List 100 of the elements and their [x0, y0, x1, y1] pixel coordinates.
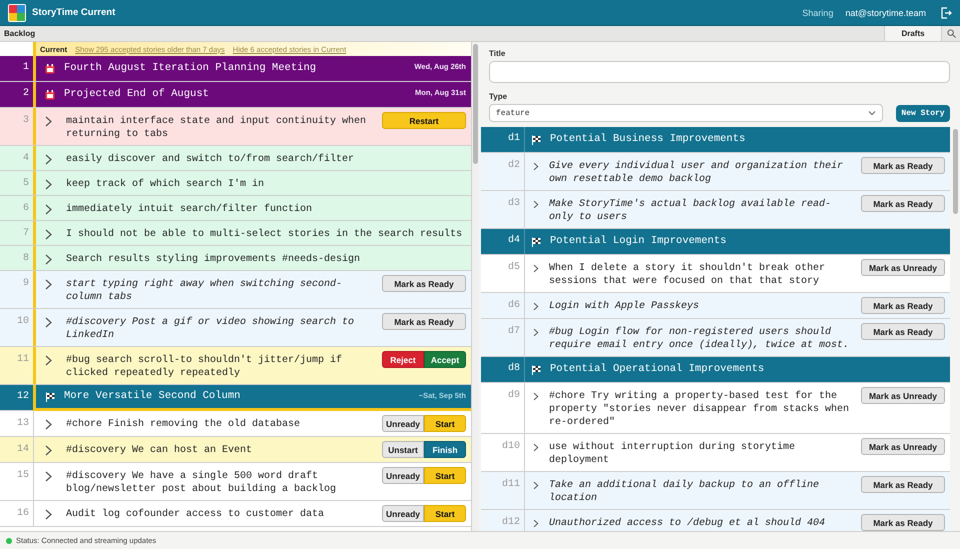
row-number: 10	[16, 315, 30, 329]
row-number: 6	[22, 202, 30, 216]
user-link[interactable]: nat@storytime.team	[845, 8, 926, 18]
story-row[interactable]: d9 #chore Try writing a property-based test for the property "stories never disappear from stacks when re-ordered" Mark as Unready	[481, 383, 950, 434]
event-title: Projected End of August	[64, 88, 210, 101]
story-title: #discovery We have a single 500 word draft blog/newsletter post about building a backlog	[66, 470, 338, 496]
story-title: #discovery We can host an Event	[66, 444, 254, 457]
story-title: easily discover and switch to/from search/filter	[66, 152, 356, 166]
logout-icon[interactable]	[940, 6, 952, 18]
story-row[interactable]: 6 immediately intuit search/filter function	[0, 196, 471, 221]
story-row[interactable]: 15 #discovery We have a single 500 word draft blog/newsletter post about building a backlog Unready Start	[0, 463, 471, 501]
state-button[interactable]: Mark as Ready	[382, 275, 466, 292]
scrollbar[interactable]	[472, 42, 479, 531]
story-row[interactable]: d12 Unauthorized access to /debug et al should 404 Mark as Ready	[481, 510, 950, 531]
app-name: StoryTime Current	[32, 7, 116, 18]
story-title: #bug Login flow for non-registered users should require email entry once (ideally), twice at most.	[549, 326, 850, 352]
story-row[interactable]: d11 Take an additional daily backup to an offline location Mark as Ready	[481, 472, 950, 510]
row-number: d8	[506, 362, 521, 376]
action-button[interactable]: Accept	[424, 351, 466, 368]
row-number: 9	[22, 277, 30, 291]
story-row[interactable]: 9 start typing right away when switching second-column tabs Mark as Ready	[0, 271, 471, 309]
milestone-row[interactable]: d8 Potential Operational Improvements	[481, 357, 950, 383]
state-button[interactable]: Mark as Ready	[861, 476, 945, 493]
header-link[interactable]: Sharing	[802, 8, 834, 18]
story-title: Audit log cofounder access to customer data	[66, 508, 326, 521]
story-title: immediately intuit search/filter function	[66, 202, 314, 216]
checkered-flag-icon	[531, 364, 541, 374]
story-title: keep track of which search I'm in	[66, 178, 266, 191]
milestone-row[interactable]: d1 Potential Business Improvements	[481, 127, 950, 153]
row-number: d2	[506, 158, 521, 173]
state-button[interactable]: Mark as Ready	[382, 313, 466, 330]
row-number: d1	[506, 132, 521, 146]
row-number: d5	[506, 260, 521, 275]
state-button[interactable]: Mark as Ready	[861, 297, 945, 314]
state-button[interactable]: Unready	[382, 505, 424, 522]
row-number: 4	[22, 152, 30, 166]
story-row[interactable]: d10 use without interruption during storytime deployment Mark as Unready	[481, 434, 950, 472]
row-number: d9	[506, 388, 521, 403]
row-number: d3	[506, 196, 521, 211]
story-title: When I delete a story it shouldn't break other sessions that were focused on that that story	[549, 262, 826, 288]
state-button[interactable]: Mark as Ready	[861, 157, 945, 174]
state-button[interactable]: Mark as Ready	[861, 323, 945, 340]
story-row[interactable]: 8 Search results styling improvements #needs-design	[0, 246, 471, 271]
milestone-row[interactable]: d4 Potential Login Improvements	[481, 229, 950, 255]
field-label: Type	[489, 92, 508, 101]
action-button[interactable]: Start	[424, 415, 466, 432]
story-row[interactable]: d2 Give every individual user and organization their own resettable demo backlog Mark as Ready	[481, 153, 950, 191]
calendar-icon	[45, 90, 55, 100]
story-row[interactable]: d3 Make StoryTime's actual backlog available read-only to users Mark as Ready	[481, 191, 950, 229]
state-button[interactable]: Mark as Ready	[861, 195, 945, 212]
story-row[interactable]: 13 #chore Finish removing the old database Unready Start	[0, 411, 471, 437]
state-button[interactable]: Unstart	[382, 441, 424, 458]
row-number: d4	[506, 234, 521, 248]
logo-icon	[8, 4, 26, 22]
story-row[interactable]: 10 #discovery Post a gif or video showing search to LinkedIn Mark as Ready	[0, 309, 471, 347]
milestone-title: Potential Operational Improvements	[550, 363, 766, 376]
story-row[interactable]: d7 #bug Login flow for non-registered users should require email entry once (ideally), twice at most. Mark as Ready	[481, 319, 950, 357]
state-button[interactable]: Mark as Unready	[861, 259, 945, 276]
row-number: 11	[16, 353, 30, 367]
story-title: Unauthorized access to /debug et al should 404	[549, 516, 826, 530]
story-title: Give every individual user and organization their own resettable demo backlog	[549, 160, 844, 186]
row-number: d10	[500, 440, 521, 454]
event-title: Fourth August Iteration Planning Meeting	[64, 62, 318, 75]
story-row[interactable]: d5 When I delete a story it shouldn't break other sessions that were focused on that that story Mark as Unready	[481, 255, 950, 293]
story-row[interactable]: 5 keep track of which search I'm in	[0, 171, 471, 196]
state-button[interactable]: Unready	[382, 467, 424, 484]
action-button[interactable]: Finish	[424, 441, 466, 458]
story-row[interactable]: d6 Login with Apple Passkeys Mark as Ready	[481, 293, 950, 319]
row-number: 3	[22, 114, 30, 128]
action-button[interactable]: Restart	[382, 112, 466, 129]
story-row[interactable]: 3 maintain interface state and input continuity when returning to tabs Restart	[0, 108, 471, 146]
story-row[interactable]: 11 #bug search scroll-to shouldn't jitter/jump if clicked repeatedly repeatedly Reject Accept	[0, 347, 471, 385]
row-number: 16	[16, 507, 30, 521]
action-button[interactable]: Start	[424, 467, 466, 484]
pane-title: Backlog	[3, 28, 36, 40]
state-button[interactable]: Mark as Unready	[861, 438, 945, 455]
drafts-tab[interactable]: Drafts	[884, 26, 941, 41]
story-row[interactable]: 4 easily discover and switch to/from search/filter	[0, 146, 471, 171]
story-row[interactable]: 16 Audit log cofounder access to customer data Unready Start	[0, 501, 471, 527]
row-number: 7	[22, 227, 30, 241]
new-story-button[interactable]: New Story	[896, 104, 950, 122]
row-number: 12	[16, 390, 30, 404]
action-button[interactable]: Start	[424, 505, 466, 522]
story-title: #bug search scroll-to shouldn't jitter/jump if clicked repeatedly repeatedly	[66, 354, 344, 380]
title-field[interactable]	[489, 61, 950, 83]
row-number: d12	[500, 516, 521, 530]
type-select[interactable]: feature	[489, 104, 883, 122]
reject-button[interactable]: Reject	[382, 351, 424, 368]
story-title: start typing right away when switching second-column tabs	[66, 278, 344, 304]
search-icon	[946, 29, 956, 38]
state-button[interactable]: Mark as Unready	[861, 387, 945, 404]
story-title: #chore Finish removing the old database	[66, 418, 302, 431]
checkered-flag-icon	[45, 392, 55, 402]
milestone-title: Potential Business Improvements	[550, 133, 746, 146]
story-row[interactable]: 14 #discovery We can host an Event Unstart Finish	[0, 437, 471, 463]
row-number: 14	[16, 443, 30, 457]
story-row[interactable]: 7 I should not be able to multi-select stories in the search results	[0, 221, 471, 246]
state-button[interactable]: Unready	[382, 415, 424, 432]
checkered-flag-icon	[531, 236, 541, 246]
state-button[interactable]: Mark as Ready	[861, 514, 945, 531]
